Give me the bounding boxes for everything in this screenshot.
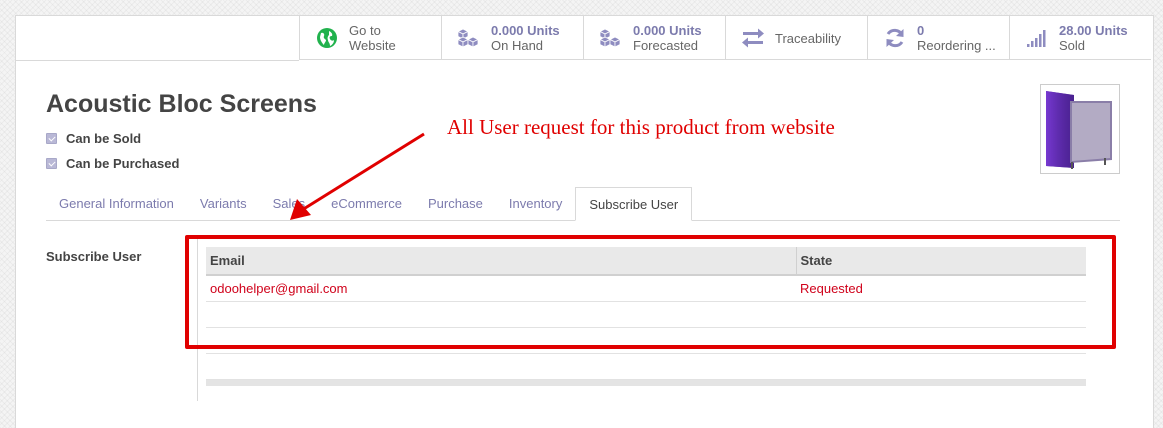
on-hand-label: On Hand [491, 38, 544, 53]
empty-row [206, 353, 1086, 380]
traceability-button[interactable]: Traceability [725, 16, 867, 60]
forecasted-value: 0.000 Units [633, 23, 702, 38]
tab-variants[interactable]: Variants [187, 187, 260, 220]
forecasted-label: Forecasted [633, 38, 699, 53]
email-cell[interactable]: odoohelper@gmail.com [206, 275, 796, 302]
empty-row [206, 301, 1086, 328]
can-be-sold-label: Can be Sold [66, 131, 142, 146]
product-name: Acoustic Bloc Screens [46, 90, 317, 118]
tab-subscribe-user[interactable]: Subscribe User [575, 187, 693, 221]
product-screen-image [1044, 88, 1116, 170]
go-to-website-button[interactable]: Go to Website [299, 16, 441, 60]
signal-bars-icon [1024, 25, 1050, 51]
table-header-row: Email State [206, 247, 1086, 276]
tab-purchase[interactable]: Purchase [415, 187, 496, 220]
sold-value: 28.00 Units [1059, 23, 1128, 38]
reordering-value: 0 [917, 23, 925, 38]
subscribe-user-field-label: Subscribe User [46, 249, 142, 264]
traceability-label: Traceability [775, 30, 841, 46]
tab-sales[interactable]: Sales [260, 187, 319, 220]
sold-button[interactable]: 28.00 Units Sold [1009, 16, 1151, 60]
cubes-icon [598, 25, 624, 51]
can-be-purchased-row: Can be Purchased [46, 156, 179, 171]
can-be-sold-row: Can be Sold [46, 131, 141, 146]
form-sheet: Go to Website 0.000 Units On Hand 0.000 … [15, 15, 1154, 428]
subscribe-user-list: Email State odoohelper@gmail.com Request… [197, 236, 1117, 401]
tab-inventory[interactable]: Inventory [496, 187, 575, 220]
can-be-sold-checkbox[interactable] [46, 133, 57, 144]
state-cell[interactable]: Requested [796, 275, 1086, 302]
forecasted-button[interactable]: 0.000 Units Forecasted [583, 16, 725, 60]
table-footer [206, 379, 1086, 386]
can-be-purchased-checkbox[interactable] [46, 158, 57, 169]
refresh-icon [882, 25, 908, 51]
stat-line2: Website [349, 38, 396, 53]
sold-label: Sold [1059, 38, 1086, 53]
stat-line1: Go to [349, 23, 381, 38]
cubes-icon [456, 25, 482, 51]
exchange-arrows-icon [740, 25, 766, 51]
can-be-purchased-label: Can be Purchased [66, 156, 180, 171]
globe-icon [314, 25, 340, 51]
tab-general-information[interactable]: General Information [46, 187, 187, 220]
smart-button-box: Go to Website 0.000 Units On Hand 0.000 … [299, 16, 1151, 60]
header-divider [16, 60, 299, 61]
column-header-state[interactable]: State [795, 247, 1086, 276]
annotation-text: All User request for this product from w… [447, 115, 835, 139]
subscribe-user-table: Email State odoohelper@gmail.com Request… [206, 247, 1086, 386]
notebook-tabs: General Information Variants Sales eComm… [46, 187, 1120, 221]
on-hand-value: 0.000 Units [491, 23, 560, 38]
reordering-rules-button[interactable]: 0 Reordering ... [867, 16, 1009, 60]
empty-row [206, 327, 1086, 354]
tab-ecommerce[interactable]: eCommerce [318, 187, 415, 220]
table-row[interactable]: odoohelper@gmail.com Requested [206, 275, 1086, 302]
on-hand-button[interactable]: 0.000 Units On Hand [441, 16, 583, 60]
column-header-email[interactable]: Email [206, 247, 796, 276]
reordering-label: Reordering ... [917, 38, 996, 53]
product-image[interactable] [1040, 84, 1120, 174]
